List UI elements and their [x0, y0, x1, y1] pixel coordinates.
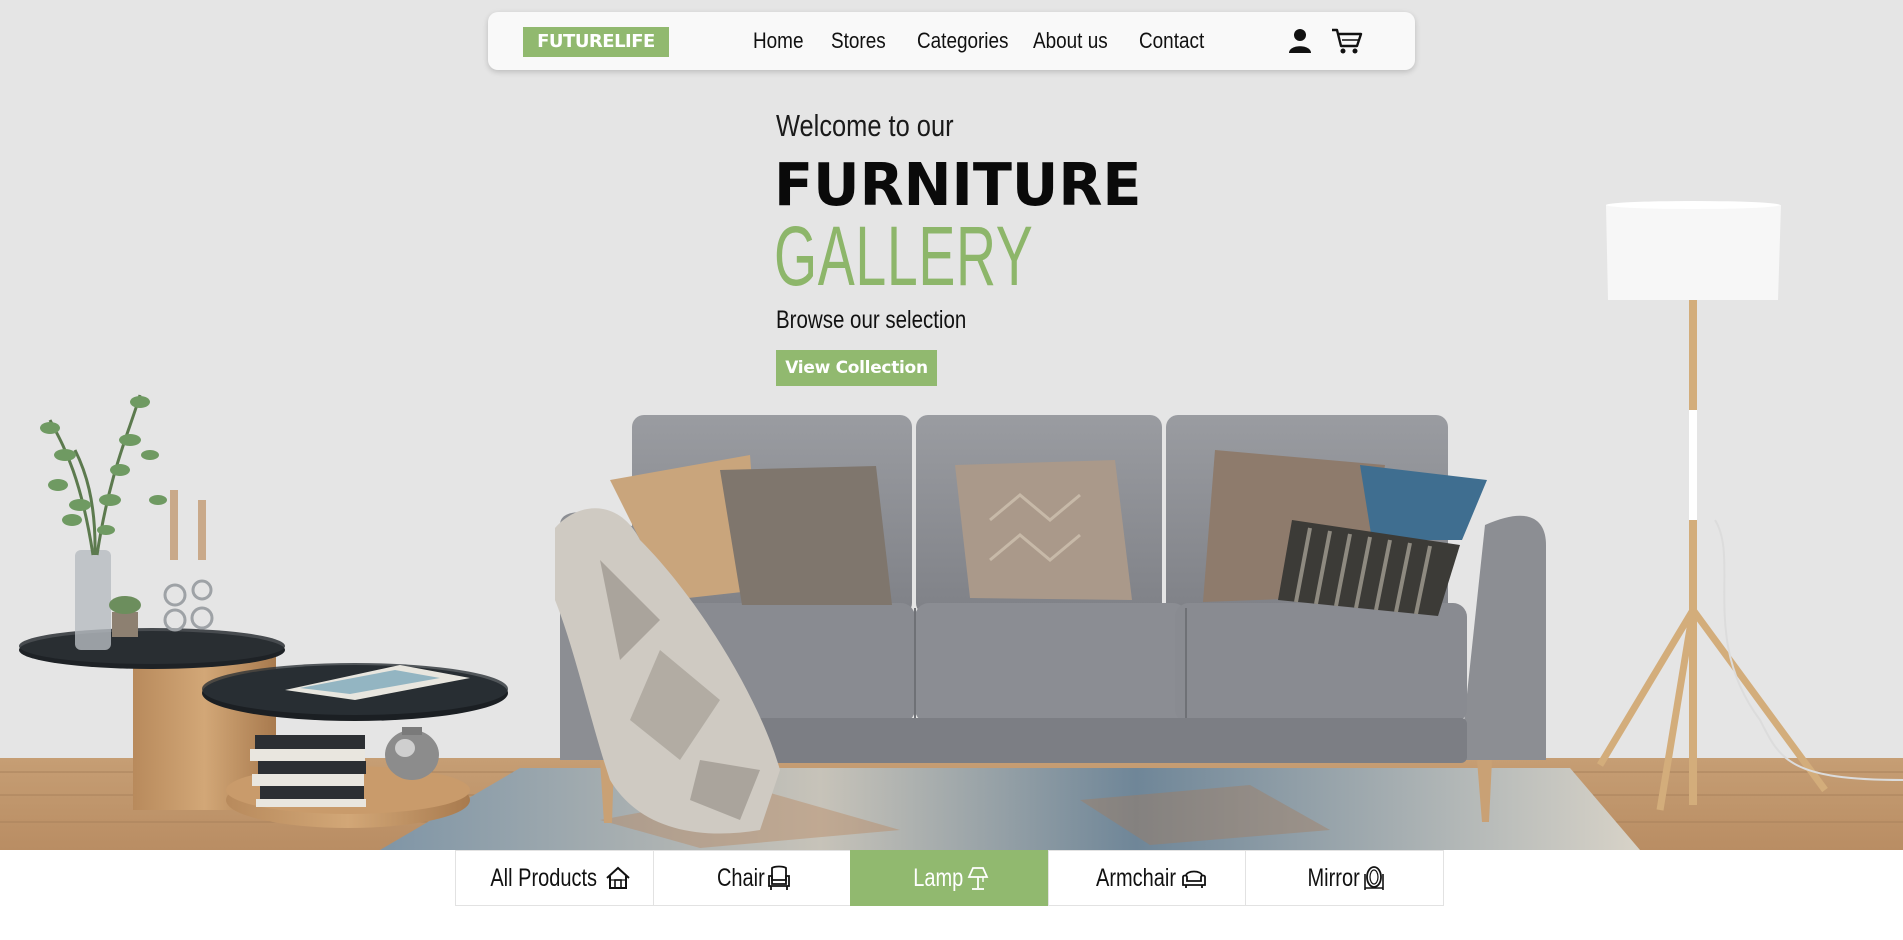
nav-link-home[interactable]: Home: [753, 26, 803, 56]
brand-logo[interactable]: FUTURELIFE: [523, 27, 669, 57]
nav-links: Home Stores Categories About us Contact: [753, 26, 1233, 56]
plant-vase: [40, 394, 214, 650]
tab-label: Lamp: [913, 863, 964, 892]
nav-link-about-us[interactable]: About us: [1033, 26, 1108, 56]
category-tabs: All Products Chair Lamp Armchair Mirror: [455, 850, 1448, 906]
floor-lamp: [1596, 201, 1903, 811]
rug: [380, 768, 1640, 850]
view-collection-button[interactable]: View Collection: [776, 350, 937, 386]
tab-label: All Products: [489, 863, 597, 892]
hero-section: FUTURELIFE Home Stores Categories About …: [0, 0, 1903, 850]
tab-label: Mirror: [1307, 863, 1360, 892]
cushions: [610, 450, 1487, 616]
lamp-icon: [964, 864, 992, 892]
tab-armchair[interactable]: Armchair: [1047, 850, 1247, 906]
user-icon[interactable]: [1285, 26, 1315, 56]
mirror-icon: [1360, 864, 1388, 892]
tab-chair[interactable]: Chair: [652, 850, 852, 906]
tab-mirror[interactable]: Mirror: [1245, 850, 1444, 906]
tab-label: Chair: [716, 863, 765, 892]
tab-lamp[interactable]: Lamp: [850, 850, 1049, 906]
hero-title-gallery: GALLERY: [774, 209, 1034, 303]
tab-label: Armchair: [1096, 863, 1177, 892]
tab-all-products[interactable]: All Products: [455, 850, 654, 906]
house-icon: [604, 864, 632, 892]
nav-link-categories[interactable]: Categories: [917, 26, 1008, 56]
armchair-icon: [1180, 864, 1208, 892]
nav-link-contact[interactable]: Contact: [1139, 26, 1204, 56]
top-navbar: FUTURELIFE Home Stores Categories About …: [488, 12, 1415, 70]
cart-icon[interactable]: [1330, 26, 1363, 56]
chair-icon: [765, 864, 793, 892]
hero-welcome-text: Welcome to our: [776, 108, 954, 143]
nav-link-stores[interactable]: Stores: [831, 26, 886, 56]
hero-subtitle: Browse our selection: [776, 306, 967, 334]
